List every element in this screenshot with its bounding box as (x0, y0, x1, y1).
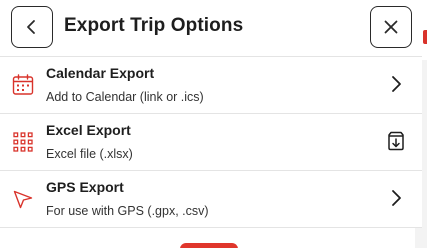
calendar-export-option[interactable]: Calendar Export Add to Calendar (link or… (0, 57, 422, 114)
option-title: GPS Export (46, 179, 124, 195)
gps-export-option[interactable]: GPS Export For use with GPS (.gpx, .csv) (0, 171, 422, 228)
calendar-icon (12, 74, 34, 95)
option-title: Excel Export (46, 122, 131, 138)
background-red-button-edge (423, 30, 427, 44)
sheet-header: Export Trip Options (0, 0, 422, 57)
chevron-right-icon (392, 190, 401, 206)
grid-icon (13, 132, 33, 152)
download-icon (388, 131, 404, 151)
export-trip-options-sheet: Export Trip Options Calendar Export Add … (0, 0, 427, 248)
option-title: Calendar Export (46, 65, 155, 81)
option-subtitle: Excel file (.xlsx) (46, 147, 133, 161)
close-button[interactable] (370, 6, 412, 48)
chevron-left-icon (27, 20, 35, 34)
chevron-right-icon (392, 76, 401, 92)
close-icon (384, 20, 398, 34)
option-subtitle: For use with GPS (.gpx, .csv) (46, 204, 209, 218)
background-red-button-bottom (180, 243, 238, 248)
navigation-arrow-icon (13, 190, 33, 209)
option-subtitle: Add to Calendar (link or .ics) (46, 90, 204, 104)
excel-export-option[interactable]: Excel Export Excel file (.xlsx) (0, 114, 422, 171)
page-title: Export Trip Options (64, 15, 244, 36)
back-button[interactable] (11, 6, 53, 48)
